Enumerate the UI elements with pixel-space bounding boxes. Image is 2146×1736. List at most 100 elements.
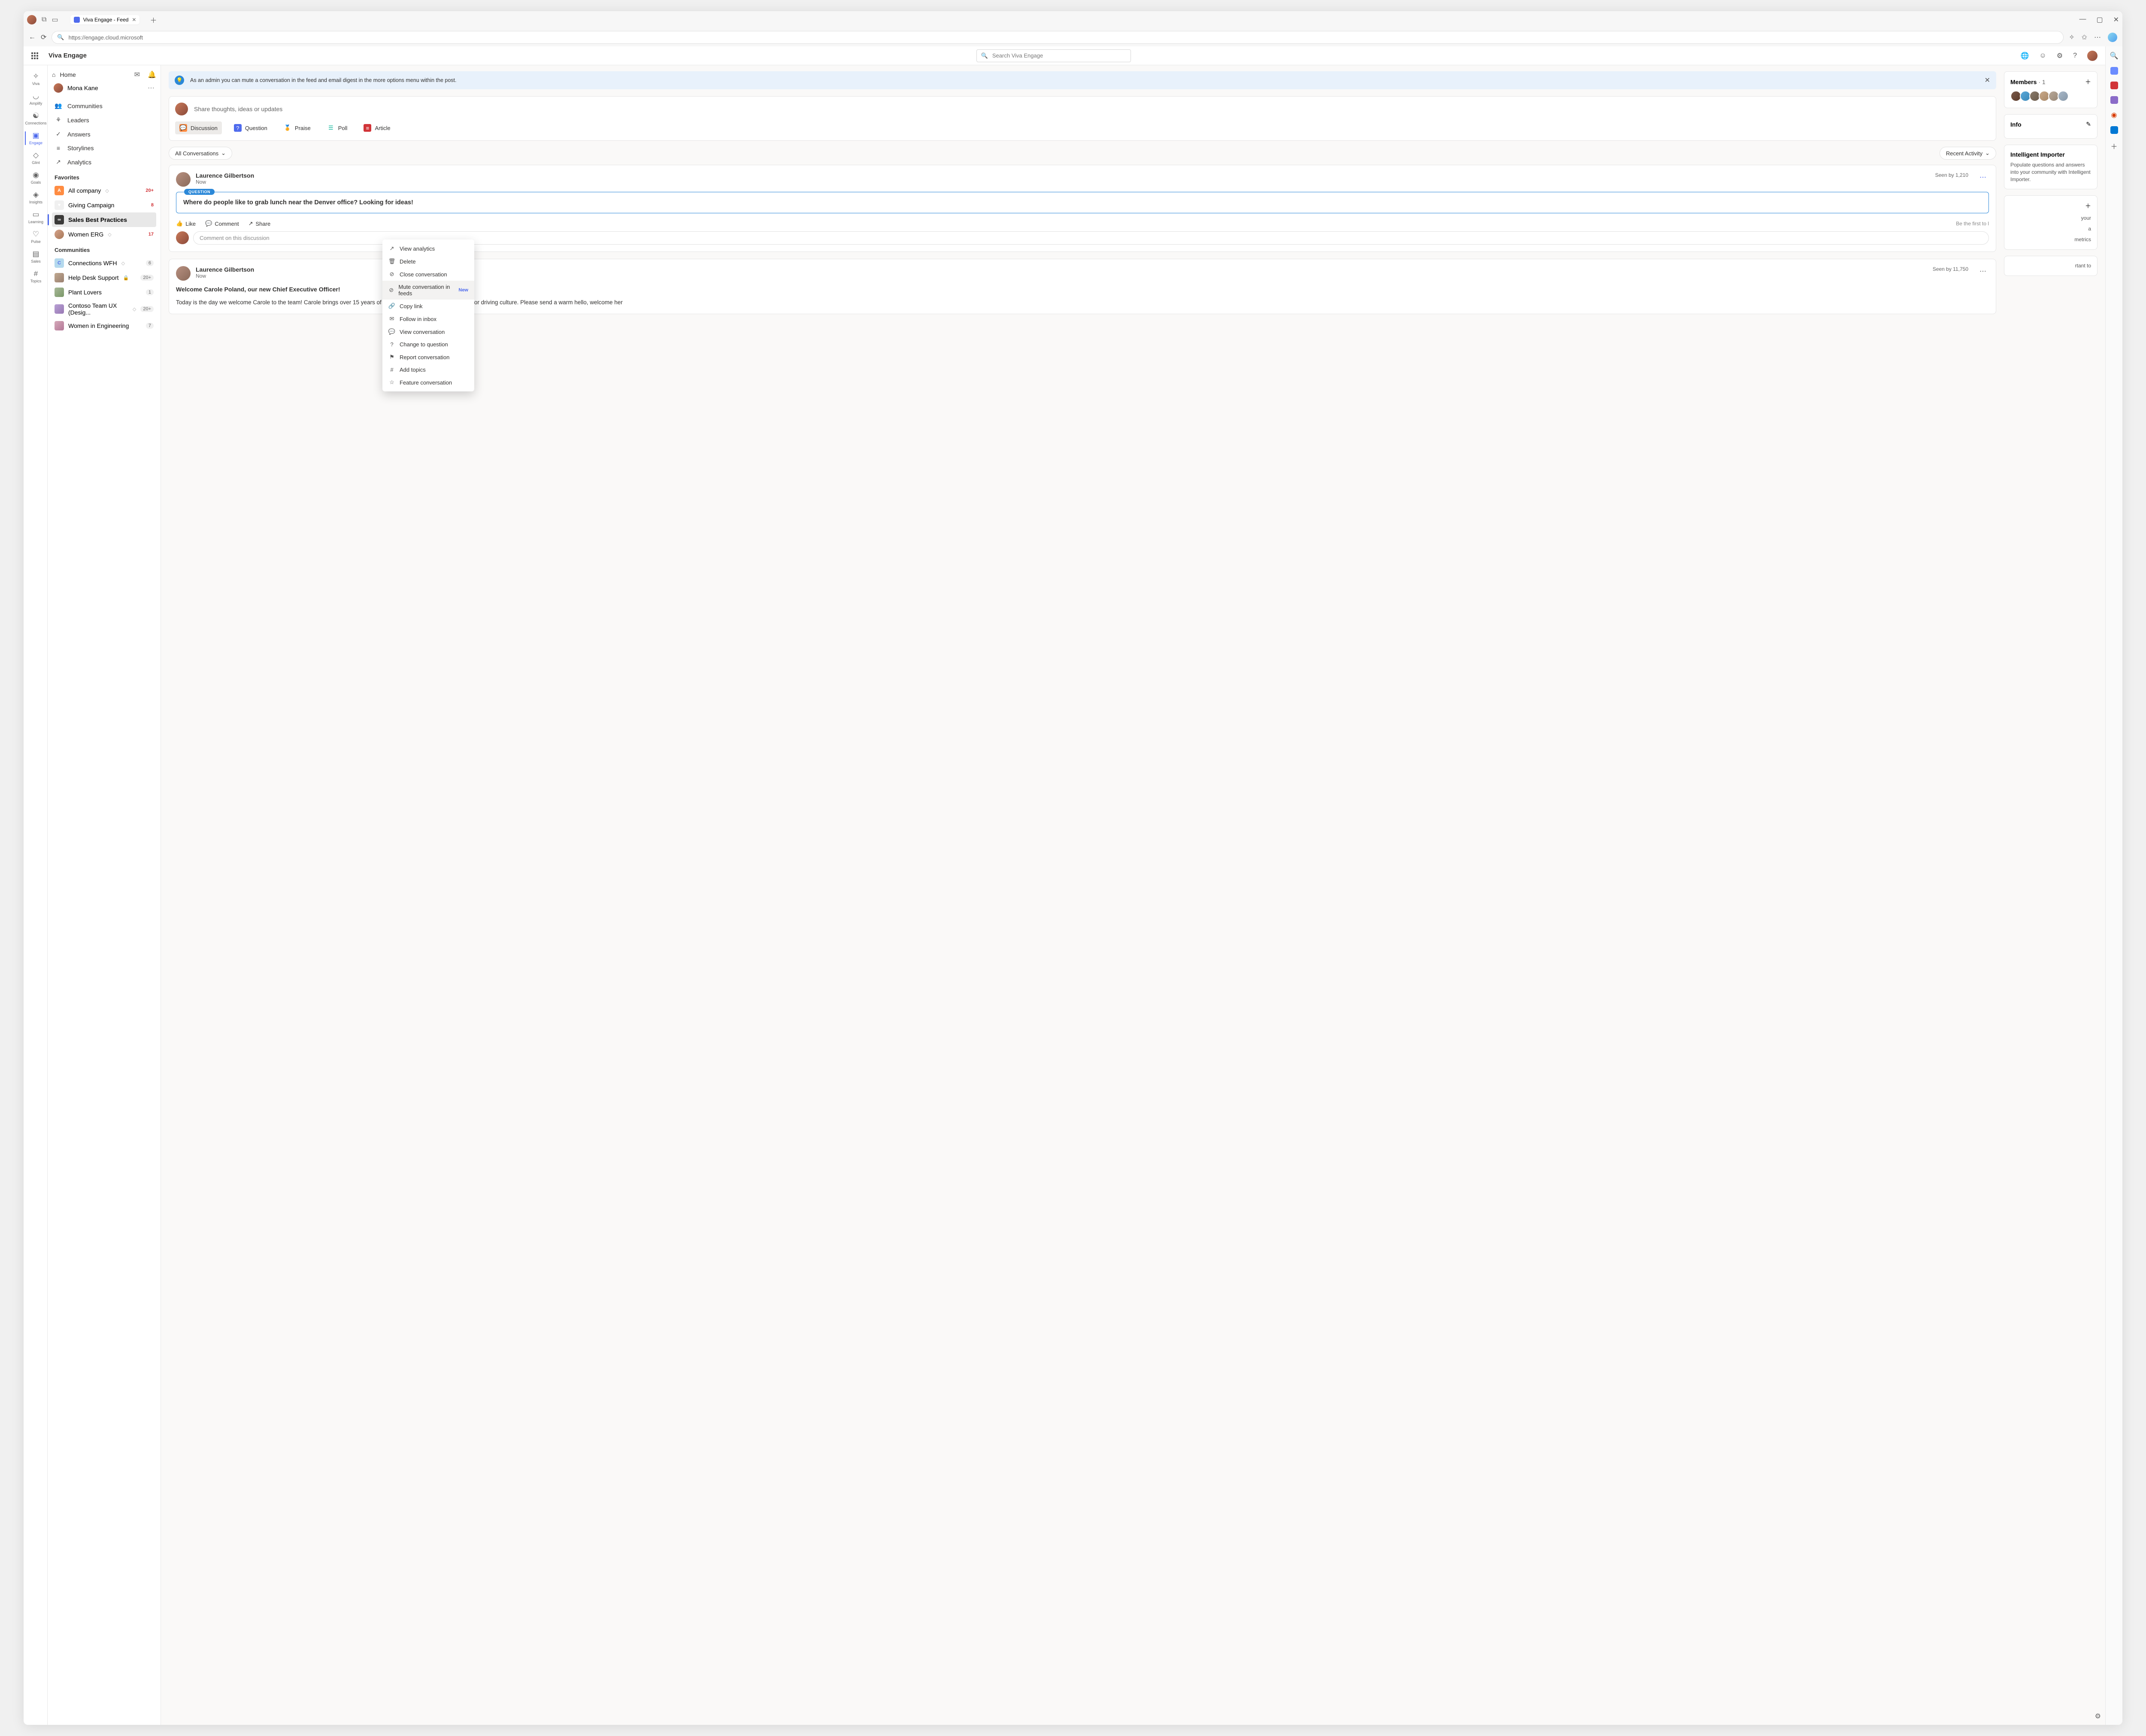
rail-insights[interactable]: ◈Insights — [26, 188, 45, 207]
back-icon[interactable]: ← — [29, 33, 36, 41]
menu-view-convo[interactable]: 💬View conversation — [382, 325, 474, 338]
search-input[interactable]: 🔍 Search Viva Engage — [976, 49, 1131, 62]
filter-activity[interactable]: Recent Activity⌄ — [1940, 147, 1996, 160]
post-context-menu: ↗View analytics 🗑Delete ⊘Close conversat… — [382, 239, 474, 391]
rail-goals[interactable]: ◉Goals — [26, 168, 45, 187]
post-more-icon[interactable]: ⋯ — [1977, 172, 1989, 182]
menu-change-question[interactable]: ?Change to question — [382, 338, 474, 351]
rail-pulse[interactable]: ♡Pulse — [26, 227, 45, 246]
menu-follow[interactable]: ✉Follow in inbox — [382, 312, 474, 325]
emoji-icon[interactable]: ☺ — [2039, 52, 2046, 60]
nav-analytics[interactable]: ↗Analytics — [52, 155, 156, 169]
outlook-icon[interactable] — [2110, 126, 2118, 134]
nav-user[interactable]: Mona Kane — [54, 83, 98, 93]
close-window-icon[interactable]: ✕ — [2113, 15, 2119, 24]
filter-conversations[interactable]: All Conversations⌄ — [169, 147, 232, 160]
comm-contoso[interactable]: Contoso Team UX (Desig...◇20+ — [52, 300, 156, 318]
search-icon[interactable]: 🔍 — [2110, 52, 2119, 60]
app-tile-icon[interactable] — [2110, 82, 2118, 89]
rail-engage[interactable]: ▣Engage — [26, 129, 45, 148]
address-bar[interactable]: 🔍 https://engage.cloud.microsoft — [52, 31, 2064, 44]
comm-women-eng[interactable]: Women in Engineering7 — [52, 318, 156, 333]
maximize-icon[interactable]: ▢ — [2096, 15, 2103, 24]
nav-storylines[interactable]: ≡Storylines — [52, 141, 156, 155]
main-content: 💡 As an admin you can mute a conversatio… — [161, 65, 2105, 1725]
like-button[interactable]: 👍Like — [176, 220, 196, 227]
close-banner-icon[interactable]: ✕ — [1985, 76, 1990, 85]
workspaces-icon[interactable]: ⧉ — [42, 16, 46, 24]
tab-favicon — [74, 17, 80, 23]
tab-praise[interactable]: 🏅Praise — [279, 121, 315, 134]
add-member-icon[interactable]: ＋ — [2085, 78, 2091, 86]
fav-giving[interactable]: ♥Giving Campaign8 — [52, 198, 156, 212]
banner-text: As an admin you can mute a conversation … — [190, 77, 457, 83]
favorites-icon[interactable]: ✩ — [2082, 33, 2087, 42]
app-launcher-icon[interactable] — [31, 52, 38, 59]
comm-plants[interactable]: Plant Lovers1 — [52, 285, 156, 300]
menu-add-topics[interactable]: #Add topics — [382, 364, 474, 376]
menu-view-analytics[interactable]: ↗View analytics — [382, 242, 474, 255]
nav-answers[interactable]: ✓Answers — [52, 127, 156, 141]
refresh-icon[interactable]: ⟳ — [41, 33, 46, 42]
post-author[interactable]: Laurence Gilbertson — [196, 172, 1930, 179]
user-avatar[interactable] — [2087, 51, 2098, 61]
comment-button[interactable]: 💬Comment — [205, 220, 239, 227]
menu-feature[interactable]: ☆Feature conversation — [382, 376, 474, 389]
add-icon[interactable]: ＋ — [2085, 202, 2091, 210]
app-tile-icon[interactable] — [2110, 96, 2118, 104]
globe-icon[interactable]: 🌐 — [2020, 52, 2029, 60]
browser-more-icon[interactable]: ⋯ — [2094, 33, 2101, 42]
tab-poll[interactable]: ☰Poll — [323, 121, 352, 134]
nav-communities[interactable]: 👥Communities — [52, 99, 156, 113]
menu-mute[interactable]: ⊘Mute conversation in feedsNew — [382, 281, 474, 300]
tab-article[interactable]: ≡Article — [359, 121, 394, 134]
rail-learning[interactable]: ▭Learning — [26, 208, 45, 227]
rail-amplify[interactable]: ◡Amplify — [26, 89, 45, 108]
minimize-icon[interactable]: — — [2079, 15, 2086, 24]
rail-topics[interactable]: #Topics — [26, 267, 45, 286]
post-avatar[interactable] — [176, 266, 191, 281]
comm-connections[interactable]: CConnections WFH◇6 — [52, 256, 156, 270]
settings-gear-icon[interactable]: ⚙ — [2057, 52, 2063, 60]
inbox-icon: ✉ — [388, 315, 395, 322]
fav-sales[interactable]: ∞Sales Best Practices — [52, 212, 156, 227]
rail-connections[interactable]: ☯Connections — [26, 109, 45, 128]
rail-glint[interactable]: ◇Glint — [26, 148, 45, 167]
copilot-icon[interactable] — [2108, 33, 2117, 42]
fav-women-erg[interactable]: Women ERG◇17 — [52, 227, 156, 242]
settings-gear-icon[interactable]: ⚙ — [2095, 1712, 2101, 1721]
post-avatar[interactable] — [176, 172, 191, 187]
inbox-icon[interactable]: ✉ — [134, 70, 140, 79]
new-tab-icon[interactable]: ＋ — [150, 15, 157, 25]
app-tile-icon[interactable] — [2110, 67, 2118, 75]
app-name: Viva Engage — [48, 52, 87, 59]
fav-all-company[interactable]: AAll company◇20+ — [52, 183, 156, 198]
edit-icon[interactable]: ✎ — [2086, 121, 2091, 128]
composer-input[interactable]: Share thoughts, ideas or updates — [175, 103, 1990, 115]
menu-report[interactable]: ⚑Report conversation — [382, 351, 474, 364]
rail-viva[interactable]: ✧Viva — [26, 70, 45, 88]
menu-copy-link[interactable]: 🔗Copy link — [382, 300, 474, 312]
office-icon[interactable]: ◉ — [2111, 111, 2117, 119]
nav-home[interactable]: ⌂ Home — [52, 71, 76, 78]
tab-question[interactable]: ?Question — [230, 121, 272, 134]
nav-leaders[interactable]: ⚘Leaders — [52, 113, 156, 127]
tab-discussion[interactable]: 💬Discussion — [175, 121, 222, 134]
add-icon[interactable]: ＋ — [2110, 141, 2117, 151]
menu-close-convo[interactable]: ⊘Close conversation — [382, 268, 474, 281]
post-more-icon[interactable]: ⋯ — [1977, 266, 1989, 276]
share-button[interactable]: ↗Share — [249, 220, 271, 227]
info-card: Info ✎ — [2004, 114, 2098, 139]
browser-tab[interactable]: Viva Engage - Feed ✕ — [70, 15, 140, 24]
tracking-icon[interactable]: ✧ — [2069, 33, 2074, 42]
profile-avatar[interactable] — [27, 15, 36, 24]
tab-actions-icon[interactable]: ▭ — [52, 15, 58, 24]
comm-helpdesk[interactable]: Help Desk Support🔒20+ — [52, 270, 156, 285]
help-icon[interactable]: ? — [2073, 52, 2077, 60]
menu-delete[interactable]: 🗑Delete — [382, 255, 474, 268]
more-icon[interactable]: ⋯ — [148, 84, 155, 92]
close-tab-icon[interactable]: ✕ — [132, 17, 136, 23]
member-avatar[interactable] — [2058, 91, 2069, 102]
rail-sales[interactable]: ▤Sales — [26, 247, 45, 266]
bell-icon[interactable]: 🔔 — [148, 70, 156, 79]
